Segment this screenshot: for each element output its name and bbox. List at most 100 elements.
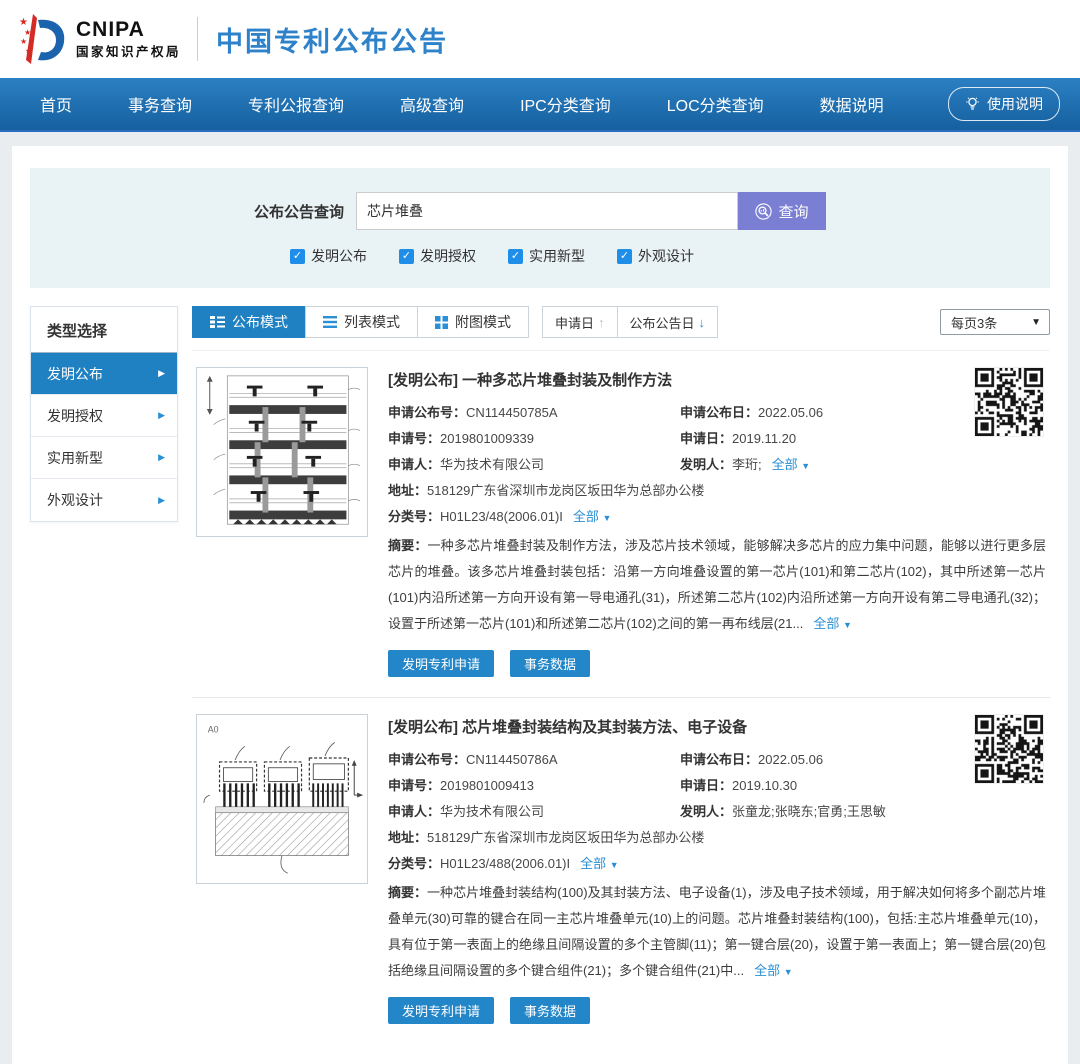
logo-org-name: 国家知识产权局 (76, 41, 181, 60)
all-link-label: 全部 (573, 509, 599, 524)
sidebar-item-design[interactable]: 外观设计 ▶ (31, 479, 177, 521)
search-label: 公布公告查询 (254, 201, 344, 222)
ipc-all-link[interactable]: 全部 ▼ (573, 509, 612, 524)
help-button[interactable]: 使用说明 (948, 87, 1060, 121)
transaction-data-button[interactable]: 事务数据 (510, 997, 590, 1024)
ipc-classification: H01L23/48(2006.01)I (440, 509, 563, 524)
sort-by-publication-date[interactable]: 公布公告日 ↓ (617, 307, 718, 337)
patent-title[interactable]: [发明公布] 芯片堆叠封装结构及其封装方法、电子设备 (388, 716, 958, 737)
help-button-label: 使用说明 (987, 94, 1043, 114)
search-button[interactable]: 查询 (738, 192, 826, 230)
all-link-label: 全部 (580, 856, 606, 871)
publication-number: CN114450785A (466, 405, 558, 420)
patent-abstract: 摘要：一种芯片堆叠封装结构(100)及其封装方法、电子设备(1)，涉及电子技术领… (388, 880, 1046, 985)
field-label: 申请日： (680, 778, 732, 793)
inventor-names: 李珩; (732, 457, 762, 472)
invention-application-button[interactable]: 发明专利申请 (388, 997, 494, 1024)
nav-item-transaction-query[interactable]: 事务查询 (128, 92, 192, 116)
transaction-data-button[interactable]: 事务数据 (510, 650, 590, 677)
nav-item-loc-query[interactable]: LOC分类查询 (667, 92, 764, 116)
main-content: 公布公告查询 查询 ✓ 发明公布 ✓ 发明授权 (12, 146, 1068, 1064)
caret-down-icon: ▼ (784, 967, 793, 977)
filter-checkbox-utility-model[interactable]: ✓ 实用新型 (508, 246, 585, 266)
nav-item-home[interactable]: 首页 (40, 92, 72, 116)
checkbox-label: 实用新型 (529, 246, 585, 266)
sidebar-item-label: 发明授权 (47, 406, 103, 426)
logo-acronym: CNIPA (76, 19, 181, 41)
application-date: 2019.11.20 (732, 431, 796, 446)
caret-down-icon: ▼ (843, 620, 852, 630)
field-label: 申请号： (388, 431, 440, 446)
caret-down-icon: ▼ (610, 860, 619, 870)
invention-application-button[interactable]: 发明专利申请 (388, 650, 494, 677)
search-button-label: 查询 (778, 201, 808, 222)
patent-result-card: [发明公布] 一种多芯片堆叠封装及制作方法 申请公布号：CN114450785A… (192, 351, 1050, 697)
sidebar-item-invention-grant[interactable]: 发明授权 ▶ (31, 395, 177, 437)
nav-item-data-description[interactable]: 数据说明 (820, 92, 884, 116)
application-number: 2019801009413 (440, 778, 534, 793)
field-label: 申请号： (388, 778, 440, 793)
field-label: 申请日： (680, 431, 732, 446)
page-size-select[interactable]: 每页3条 ▼ (940, 309, 1050, 335)
qr-code (974, 367, 1046, 525)
applicant-address: 518129广东省深圳市龙岗区坂田华为总部办公楼 (427, 483, 704, 498)
grid-icon (435, 316, 448, 329)
all-link-label: 全部 (813, 616, 839, 631)
patent-result-card: A0 (192, 697, 1050, 1044)
sidebar-item-invention-publication[interactable]: 发明公布 ▶ (31, 353, 177, 395)
tab-label: 列表模式 (344, 312, 400, 332)
tab-label: 附图模式 (455, 312, 511, 332)
magnifier-icon (755, 203, 772, 220)
chevron-down-icon: ▼ (1031, 317, 1041, 328)
patent-figure-thumbnail[interactable]: A0 (196, 714, 368, 884)
arrow-down-icon: ↓ (699, 315, 706, 330)
application-number: 2019801009339 (440, 431, 534, 446)
sort-group: 申请日 ↑ 公布公告日 ↓ (542, 306, 718, 338)
svg-text:★: ★ (25, 47, 31, 55)
abstract-all-link[interactable]: 全部 ▼ (813, 616, 852, 631)
all-link-label: 全部 (772, 457, 798, 472)
tab-figure-mode[interactable]: 附图模式 (417, 306, 529, 338)
arrow-up-icon: ↑ (598, 315, 605, 330)
filter-checkbox-invention-publication[interactable]: ✓ 发明公布 (290, 246, 367, 266)
abstract-text: 一种多芯片堆叠封装及制作方法，涉及芯片技术领域，能够解决多芯片的应力集中问题，能… (388, 538, 1046, 631)
nav-item-gazette-query[interactable]: 专利公报查询 (248, 92, 344, 116)
applicant-name: 华为技术有限公司 (440, 804, 544, 819)
lightbulb-icon (965, 96, 980, 112)
ipc-all-link[interactable]: 全部 ▼ (580, 856, 619, 871)
cnipa-logo-icon: ★ ★ ★ ★ (18, 12, 70, 66)
nav-item-ipc-query[interactable]: IPC分类查询 (520, 92, 611, 116)
abstract-text: 一种芯片堆叠封装结构(100)及其封装方法、电子设备(1)，涉及电子技术领域，用… (388, 885, 1046, 978)
field-label: 摘要： (388, 538, 428, 553)
sidebar-title: 类型选择 (31, 307, 177, 353)
header-divider (197, 17, 198, 61)
abstract-all-link[interactable]: 全部 ▼ (754, 963, 793, 978)
sidebar-item-utility-model[interactable]: 实用新型 ▶ (31, 437, 177, 479)
patent-figure-thumbnail[interactable] (196, 367, 368, 537)
sort-by-application-date[interactable]: 申请日 ↑ (543, 307, 617, 337)
site-header: ★ ★ ★ ★ CNIPA 国家知识产权局 中国专利公布公告 (0, 0, 1080, 78)
field-label: 申请人： (388, 804, 440, 819)
sidebar-item-label: 实用新型 (47, 448, 103, 468)
patent-title[interactable]: [发明公布] 一种多芯片堆叠封装及制作方法 (388, 369, 958, 390)
qr-code (974, 714, 1046, 872)
field-label: 地址： (388, 830, 427, 845)
page-size-value: 每页3条 (951, 313, 997, 332)
nav-item-advanced-query[interactable]: 高级查询 (400, 92, 464, 116)
svg-text:★: ★ (20, 37, 27, 46)
field-label: 申请公布日： (680, 405, 758, 420)
application-date: 2019.10.30 (732, 778, 797, 793)
field-label: 发明人： (680, 804, 732, 819)
filter-checkbox-design[interactable]: ✓ 外观设计 (617, 246, 694, 266)
tab-publication-mode[interactable]: 公布模式 (192, 306, 306, 338)
sort-label: 公布公告日 (630, 313, 695, 332)
inventor-all-link[interactable]: 全部 ▼ (772, 457, 811, 472)
search-input[interactable] (356, 192, 738, 230)
checkbox-icon: ✓ (290, 249, 305, 264)
results-toolbar: 公布模式 列表模式 附图模式 (192, 306, 1050, 351)
caret-down-icon: ▼ (603, 513, 612, 523)
type-filter-row: ✓ 发明公布 ✓ 发明授权 ✓ 实用新型 ✓ 外观设计 (30, 246, 954, 266)
tab-list-mode[interactable]: 列表模式 (305, 306, 418, 338)
chevron-right-icon: ▶ (158, 495, 165, 506)
filter-checkbox-invention-grant[interactable]: ✓ 发明授权 (399, 246, 476, 266)
